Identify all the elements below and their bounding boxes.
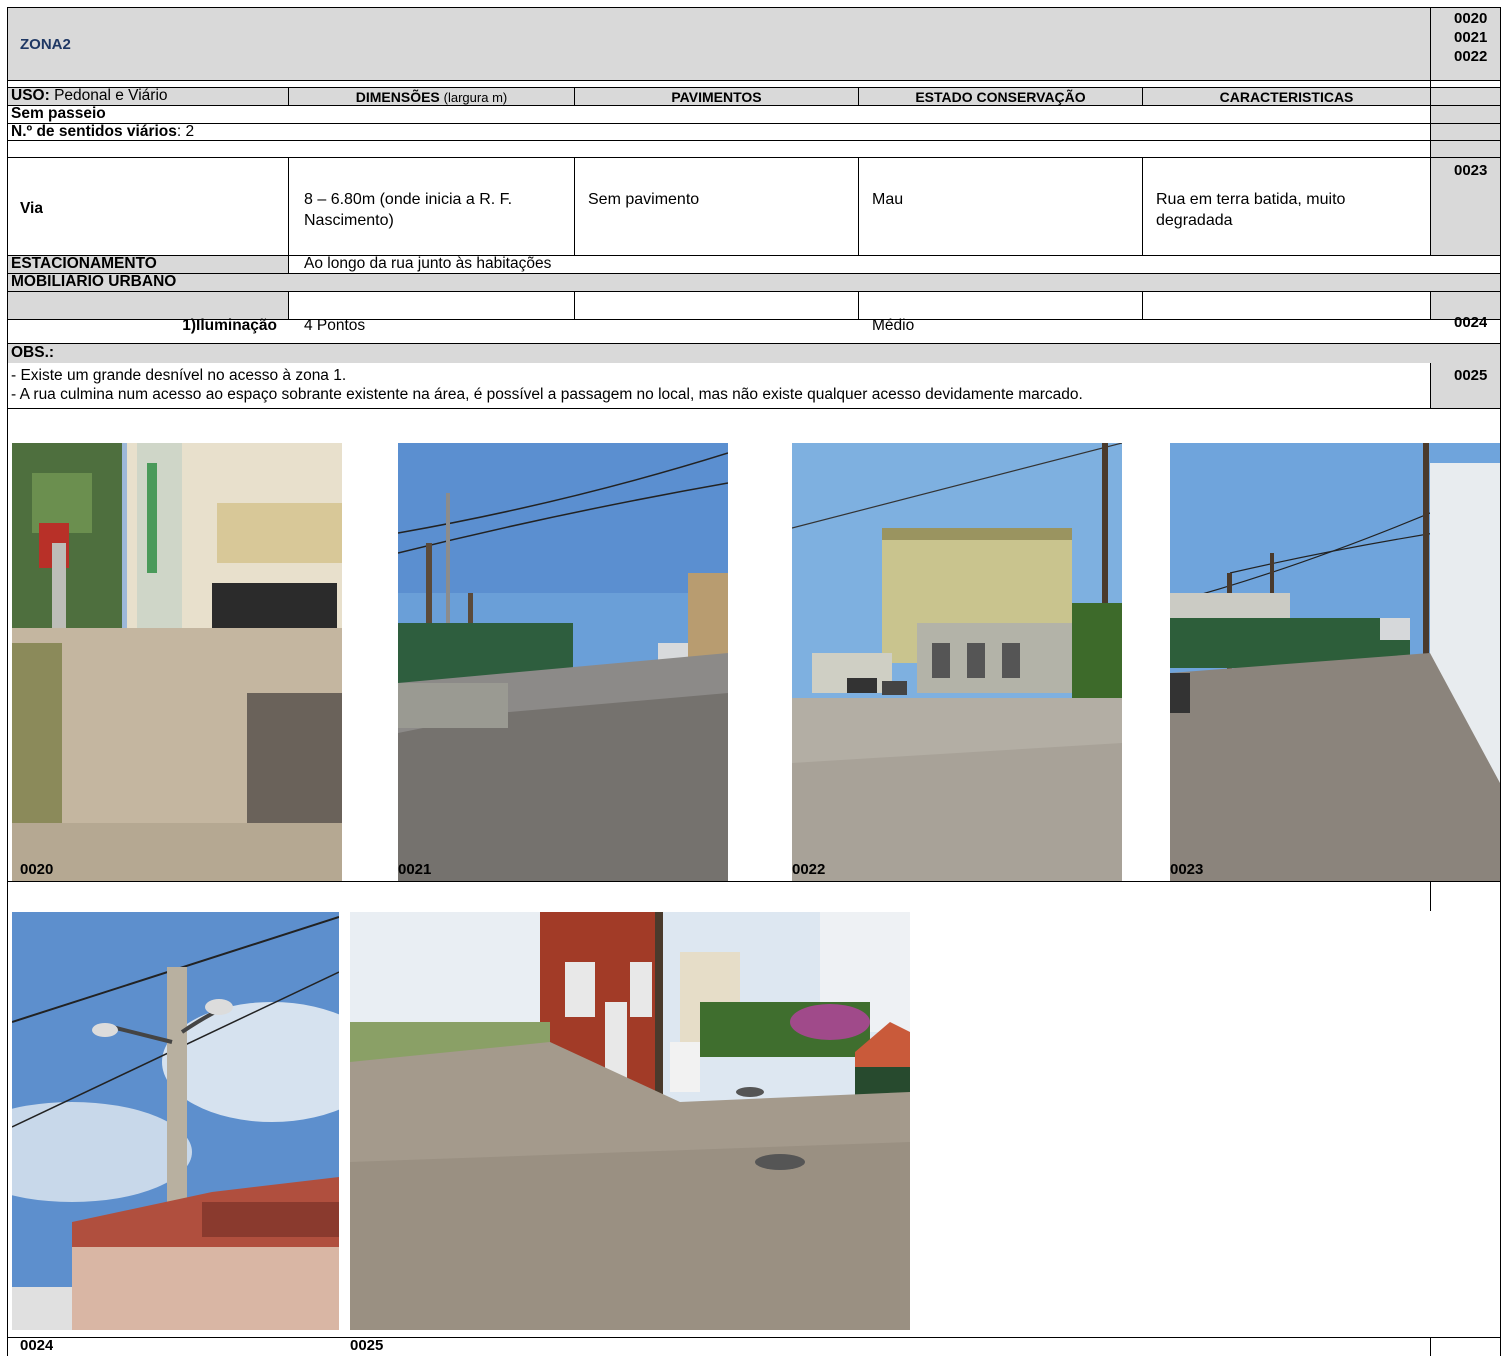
photo-0020 xyxy=(12,443,342,881)
via-ref: 0023 xyxy=(1454,163,1488,179)
sentidos-label: N.º de sentidos viários xyxy=(11,124,177,140)
header-background xyxy=(7,7,1501,80)
sentidos-value: : 2 xyxy=(176,124,195,140)
estado-header: ESTADO CONSERVAÇÃO xyxy=(915,89,1086,105)
mobiliario-bg xyxy=(7,273,1501,291)
uso-cell: USO: Pedonal e Viário xyxy=(11,88,168,104)
photo-0024 xyxy=(12,912,339,1330)
caracteristicas-header: CARACTERISTICAS xyxy=(1219,89,1354,105)
photo-0023 xyxy=(1170,443,1500,881)
via-label: Via xyxy=(20,201,43,217)
obs-line-1: - Existe um grande desnível no acesso à … xyxy=(11,368,347,384)
sentidos-cell: N.º de sentidos viários: 2 xyxy=(11,124,194,140)
obs-ref: 0025 xyxy=(1454,368,1488,384)
obs-header-bg xyxy=(7,343,1501,363)
zone-title: ZONA2 xyxy=(20,37,71,53)
iluminacao-ref: 0024 xyxy=(1454,315,1488,331)
iluminacao-label-bg xyxy=(7,291,289,319)
pavimentos-header: PAVIMENTOS xyxy=(671,89,762,105)
iluminacao-value: 4 Pontos xyxy=(304,318,366,334)
photo-label-0022: 0022 xyxy=(792,862,826,878)
photo-label-0020: 0020 xyxy=(20,862,54,878)
obs-line-2: - A rua culmina num acesso ao espaço sob… xyxy=(11,387,1083,403)
estacionamento-label: ESTACIONAMENTO xyxy=(11,256,157,272)
estacionamento-value: Ao longo da rua junto às habitações xyxy=(304,256,552,272)
dimensoes-unit: (largura m) xyxy=(443,90,508,105)
header-ref-2: 0021 xyxy=(1454,30,1488,46)
mobiliario-label: MOBILIÁRIO URBANO xyxy=(11,274,177,290)
header-ref-1: 0020 xyxy=(1454,11,1488,27)
photo-label-0024: 0024 xyxy=(20,1338,54,1354)
photo-0025 xyxy=(350,912,910,1330)
via-dimensoes: 8 – 6.80m (onde inicia a R. F. Nasciment… xyxy=(304,191,513,229)
uso-value: Pedonal e Viário xyxy=(54,88,168,104)
obs-label: OBS.: xyxy=(11,345,55,361)
photo-0021 xyxy=(398,443,728,881)
ref-column-bg xyxy=(1430,105,1501,255)
photo-label-0025: 0025 xyxy=(350,1338,384,1354)
uso-label: USO: xyxy=(11,88,50,104)
photo-0022 xyxy=(792,443,1122,881)
iluminacao-label: 1)Iluminação xyxy=(182,318,277,334)
sem-passeio-label: Sem passeio xyxy=(11,106,106,122)
header-ref-3: 0022 xyxy=(1454,49,1488,65)
dimensoes-header: DIMENSÕES (largura m) xyxy=(289,89,574,106)
via-estado: Mau xyxy=(872,191,904,208)
via-pavimento: Sem pavimento xyxy=(588,191,700,208)
via-caracteristicas: Rua em terra batida, muito degradada xyxy=(1156,191,1346,229)
photo-label-0023: 0023 xyxy=(1170,862,1204,878)
photo-label-0021: 0021 xyxy=(398,862,432,878)
dimensoes-label: DIMENSÕES xyxy=(355,89,440,105)
iluminacao-estado: Médio xyxy=(872,318,915,334)
